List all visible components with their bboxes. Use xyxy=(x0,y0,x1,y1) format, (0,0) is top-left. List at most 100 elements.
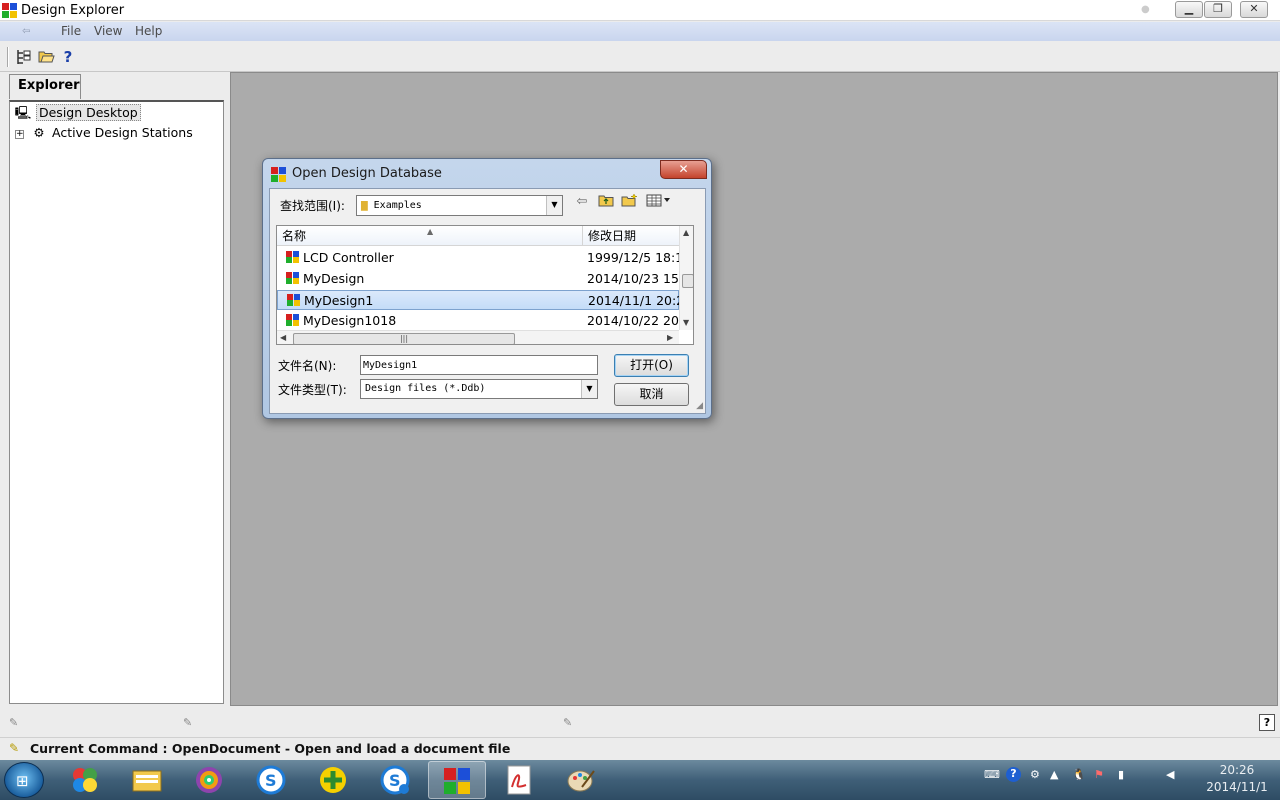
system-clock[interactable]: 20:26 2014/11/1 xyxy=(1198,762,1276,796)
tab-explorer[interactable]: Explorer xyxy=(9,74,81,99)
open-design-database-dialog: Open Design Database ✕ 查找范围(I): ▆ Exampl… xyxy=(262,158,712,419)
view-menu-icon[interactable] xyxy=(645,193,675,211)
taskbar-paint[interactable] xyxy=(552,761,610,799)
file-date: 2014/10/22 20:3 xyxy=(587,313,679,328)
close-button[interactable]: ✕ xyxy=(1240,1,1268,18)
taskbar-sogou[interactable]: S xyxy=(242,761,300,799)
explorer-panel: Explorer 🖳 Design Desktop + ⚙ Active Des… xyxy=(4,72,224,706)
show-hidden-icons[interactable]: ▲ xyxy=(1050,768,1058,781)
back-icon[interactable]: ⇦ xyxy=(572,193,592,211)
scroll-down-icon[interactable]: ▼ xyxy=(683,318,689,327)
butterfly-app-icon xyxy=(73,768,97,792)
file-date: 2014/10/23 15:3 xyxy=(587,271,679,286)
column-label: 修改日期 xyxy=(588,229,637,243)
title-bar: Design Explorer ● ▁ ❐ ✕ xyxy=(0,0,1280,21)
open-folder-icon xyxy=(38,51,55,63)
menu-file[interactable]: File xyxy=(61,24,81,38)
network-warning-icon[interactable]: ⚑ xyxy=(1094,768,1104,781)
file-row-mydesign1[interactable]: MyDesign1 2014/11/1 20:27 xyxy=(277,290,680,310)
vertical-scroll-thumb[interactable] xyxy=(682,274,693,288)
context-help-button[interactable]: ? xyxy=(1259,714,1275,731)
vertical-scrollbar[interactable]: ▲ ▼ xyxy=(679,226,693,330)
file-row-mydesign[interactable]: MyDesign 2014/10/23 15:3 xyxy=(277,269,679,289)
menu-grip-icon: ⇦ xyxy=(22,26,31,37)
taskbar-explorer[interactable] xyxy=(118,761,176,799)
clock-date: 2014/11/1 xyxy=(1206,780,1268,794)
clock-time: 20:26 xyxy=(1219,763,1255,777)
taskbar-360[interactable] xyxy=(304,761,362,799)
sort-ascending-icon: ▲ xyxy=(427,227,434,236)
keyboard-icon[interactable]: ⌨ xyxy=(984,768,1000,781)
filetype-value: Design files (*.Ddb) xyxy=(365,383,486,394)
look-in-select[interactable]: ▆ Examples ▼ xyxy=(356,195,563,216)
folder-icon: ▆ xyxy=(361,198,368,211)
scroll-left-icon[interactable]: ◀ xyxy=(280,333,286,342)
filename-input[interactable] xyxy=(360,355,598,375)
help-icon[interactable]: ? xyxy=(1006,767,1021,782)
power-icon[interactable]: ▮ xyxy=(1118,768,1124,781)
restore-icon: ❐ xyxy=(1213,2,1223,15)
horizontal-scrollbar[interactable]: ◀ ||| ▶ xyxy=(277,330,679,344)
filename-label: 文件名(N): xyxy=(278,359,337,373)
design-file-icon xyxy=(287,294,300,306)
minimize-button[interactable]: ▁ xyxy=(1175,1,1203,18)
design-file-icon xyxy=(286,251,299,263)
window-title: Design Explorer xyxy=(21,3,125,18)
media-player-icon xyxy=(196,767,222,793)
pdf-reader-icon xyxy=(507,765,531,795)
sogou-input-icon: S xyxy=(380,765,410,795)
scroll-right-icon[interactable]: ▶ xyxy=(667,333,673,342)
restore-button[interactable]: ❐ xyxy=(1204,1,1232,18)
dialog-app-icon xyxy=(271,167,286,182)
taskbar-media[interactable] xyxy=(180,761,238,799)
chevron-down-icon[interactable]: ▼ xyxy=(581,380,597,398)
start-button[interactable]: ⊞ xyxy=(4,762,44,798)
desktop-icon: 🖳 xyxy=(14,105,32,120)
pen-icon: ✎ xyxy=(563,716,573,729)
protel-app-icon xyxy=(444,768,470,794)
paint-app-icon xyxy=(567,770,595,792)
cancel-button[interactable]: 取消 xyxy=(614,383,689,406)
file-row-lcd-controller[interactable]: LCD Controller 1999/12/5 18:14 xyxy=(277,248,679,268)
qq-icon[interactable]: 🐧 xyxy=(1072,768,1086,781)
file-date: 1999/12/5 18:14 xyxy=(587,250,679,265)
filetype-select[interactable]: Design files (*.Ddb) ▼ xyxy=(360,379,598,399)
file-list-header: 名称 ▲ 修改日期 xyxy=(277,226,679,246)
file-name: LCD Controller xyxy=(303,250,394,265)
taskbar-sogou-input[interactable]: S xyxy=(366,761,424,799)
horizontal-scroll-thumb[interactable]: ||| xyxy=(293,333,515,344)
file-row-mydesign1018[interactable]: MyDesign1018 2014/10/22 20:3 xyxy=(277,311,679,331)
taskbar-app-1[interactable] xyxy=(56,761,114,799)
resize-grip-icon[interactable]: ◢ xyxy=(696,401,703,411)
taskbar-protel-active[interactable] xyxy=(428,761,486,799)
open-button[interactable]: 打开(O) xyxy=(614,354,689,377)
scroll-up-icon[interactable]: ▲ xyxy=(683,228,689,237)
file-date: 2014/11/1 20:27 xyxy=(588,293,680,308)
settings-icon[interactable]: ⚙ xyxy=(1030,768,1040,781)
svg-text:S: S xyxy=(389,771,401,790)
menu-view[interactable]: View xyxy=(94,24,122,38)
close-icon: ✕ xyxy=(1249,2,1259,15)
volume-icon[interactable]: ◀ xyxy=(1166,768,1174,781)
up-folder-icon[interactable] xyxy=(596,193,616,211)
chevron-down-icon[interactable]: ▼ xyxy=(546,196,562,215)
help-button[interactable]: ? xyxy=(58,47,78,67)
column-header-name[interactable]: 名称 ▲ xyxy=(277,226,582,246)
dialog-close-button[interactable]: ✕ xyxy=(660,160,707,179)
taskbar-pdf[interactable] xyxy=(490,761,548,799)
new-folder-icon[interactable] xyxy=(619,193,639,211)
column-header-date[interactable]: 修改日期 xyxy=(582,226,679,246)
close-icon: ✕ xyxy=(678,162,689,176)
menu-help[interactable]: Help xyxy=(135,24,162,38)
taskbar: ⊞ S S ⌨ ? ⚙ ▲ 🐧 ⚑ ▮ ◀ 20:26 2014/11/1 xyxy=(0,760,1280,800)
expand-toggle-icon[interactable]: + xyxy=(15,130,24,139)
design-file-icon xyxy=(286,272,299,284)
svg-text:S: S xyxy=(265,771,277,790)
tree-item-design-desktop[interactable]: 🖳 Design Desktop xyxy=(14,104,141,122)
open-folder-button[interactable] xyxy=(36,47,56,67)
dialog-body: 查找范围(I): ▆ Examples ▼ ⇦ 名称 ▲ 修改日期 LCD Con… xyxy=(269,188,706,414)
tree-item-active-design-stations[interactable]: ⚙ Active Design Stations xyxy=(30,124,192,142)
status-bar-command: ✎ Current Command : OpenDocument - Open … xyxy=(0,737,1280,759)
app-logo-icon xyxy=(2,3,17,18)
explorer-toggle-button[interactable] xyxy=(14,47,34,67)
